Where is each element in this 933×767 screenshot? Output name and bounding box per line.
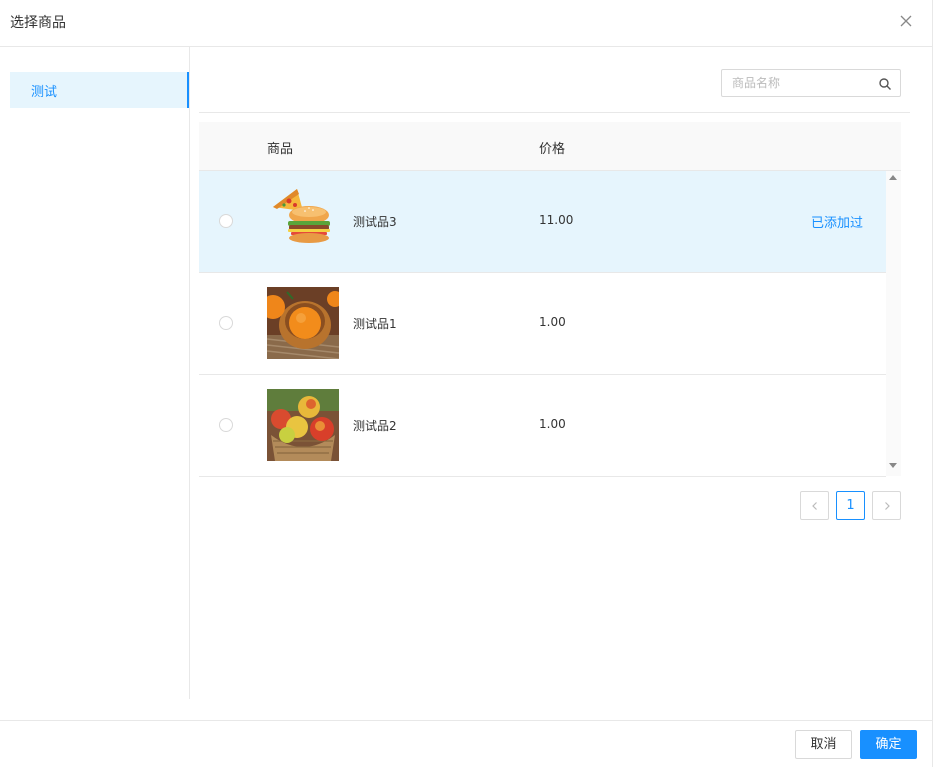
product-name: 测试品1 bbox=[353, 317, 397, 331]
chevron-left-icon bbox=[812, 502, 817, 510]
dialog-header: 选择商品 bbox=[0, 0, 933, 47]
product-price: 11.00 bbox=[539, 213, 574, 227]
divider bbox=[199, 112, 910, 113]
product-price: 1.00 bbox=[539, 417, 566, 431]
sidebar-item-test[interactable]: 测试 bbox=[10, 72, 189, 108]
product-name: 测试品2 bbox=[353, 419, 397, 433]
table-row[interactable]: 测试品2 1.00 bbox=[199, 375, 886, 477]
table-row[interactable]: 测试品3 11.00 已添加过 bbox=[199, 171, 886, 273]
scroll-down-arrow-icon[interactable] bbox=[889, 463, 897, 468]
pagination-prev-button[interactable] bbox=[800, 491, 829, 520]
search-icon[interactable] bbox=[878, 76, 892, 90]
dialog-footer bbox=[0, 720, 933, 767]
product-image-orange-bowl bbox=[267, 287, 339, 359]
product-image-pizza-burger bbox=[267, 185, 339, 257]
close-icon[interactable] bbox=[898, 13, 914, 29]
already-added-label: 已添加过 bbox=[811, 216, 864, 231]
pagination-next-button[interactable] bbox=[872, 491, 901, 520]
search-input[interactable] bbox=[722, 70, 872, 96]
search-box bbox=[721, 69, 901, 97]
column-header-product: 商品 bbox=[267, 142, 294, 157]
column-header-price: 价格 bbox=[539, 142, 566, 157]
category-sidebar: 测试 bbox=[0, 47, 190, 699]
product-name: 测试品3 bbox=[353, 215, 397, 229]
sidebar-item-label: 测试 bbox=[31, 85, 58, 100]
dialog-title: 选择商品 bbox=[10, 15, 66, 31]
product-table: 商品 价格 测试品3 11.00 已添加过 测试品1 1.00 测试品2 1.0… bbox=[199, 122, 901, 477]
table-row[interactable]: 测试品1 1.00 bbox=[199, 273, 886, 375]
confirm-button[interactable]: 确定 bbox=[860, 730, 917, 759]
table-header: 商品 价格 bbox=[199, 122, 901, 171]
chevron-right-icon bbox=[885, 502, 890, 510]
row-radio[interactable] bbox=[219, 214, 233, 228]
pagination-page-button[interactable]: 1 bbox=[836, 491, 865, 520]
product-image-apple-basket bbox=[267, 389, 339, 461]
row-radio[interactable] bbox=[219, 418, 233, 432]
cancel-button[interactable]: 取消 bbox=[795, 730, 852, 759]
scroll-up-arrow-icon[interactable] bbox=[889, 175, 897, 180]
table-scrollbar[interactable] bbox=[886, 171, 901, 476]
select-product-dialog: 选择商品 测试 商品 价格 bbox=[0, 0, 933, 767]
product-price: 1.00 bbox=[539, 315, 566, 329]
row-radio[interactable] bbox=[219, 316, 233, 330]
